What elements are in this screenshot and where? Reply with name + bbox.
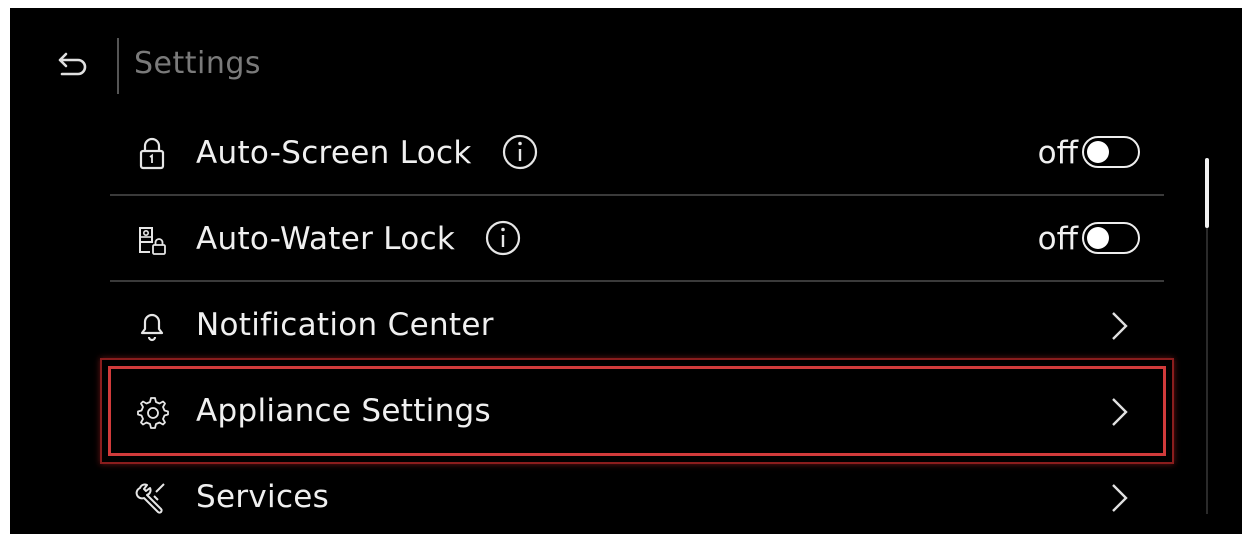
wrench-icon xyxy=(135,483,165,514)
header-divider xyxy=(117,38,119,94)
row-label: Notification Center xyxy=(196,307,494,343)
auto-water-lock-toggle[interactable] xyxy=(1082,222,1140,254)
info-icon[interactable] xyxy=(483,218,523,258)
scrollbar-thumb[interactable] xyxy=(1205,158,1209,228)
setting-row-auto-screen-lock[interactable]: Auto-Screen Lock off xyxy=(110,110,1164,196)
back-arrow-icon[interactable] xyxy=(52,48,92,88)
lock-icon xyxy=(139,137,165,170)
settings-screen: Settings Auto-Screen Lock off Auto-Water… xyxy=(10,8,1242,534)
setting-row-notification-center[interactable]: Notification Center xyxy=(110,282,1164,368)
chevron-right-icon xyxy=(1112,484,1128,512)
gear-icon xyxy=(137,397,169,429)
row-label: Appliance Settings xyxy=(196,393,491,429)
toggle-status-text: off xyxy=(1037,135,1078,171)
bell-icon xyxy=(140,313,164,342)
row-label: Services xyxy=(196,479,330,515)
info-icon[interactable] xyxy=(500,132,540,172)
toggle-knob xyxy=(1087,227,1109,249)
scrollbar-track xyxy=(1206,228,1208,514)
toggle-status-text: off xyxy=(1037,221,1078,257)
page-title: Settings xyxy=(134,46,262,81)
row-label: Auto-Screen Lock xyxy=(196,110,540,196)
scrollbar[interactable] xyxy=(1205,158,1209,514)
setting-row-auto-water-lock[interactable]: Auto-Water Lock off xyxy=(110,196,1164,282)
chevron-right-icon xyxy=(1112,312,1128,340)
header: Settings xyxy=(10,8,1242,118)
chevron-right-icon xyxy=(1112,398,1128,426)
setting-row-appliance-settings[interactable]: Appliance Settings xyxy=(100,358,1174,464)
toggle-knob xyxy=(1087,141,1109,163)
row-label: Auto-Water Lock xyxy=(196,196,523,282)
auto-screen-lock-toggle[interactable] xyxy=(1082,136,1140,168)
setting-row-services[interactable]: Services xyxy=(110,454,1164,534)
water-lock-icon xyxy=(139,227,166,255)
